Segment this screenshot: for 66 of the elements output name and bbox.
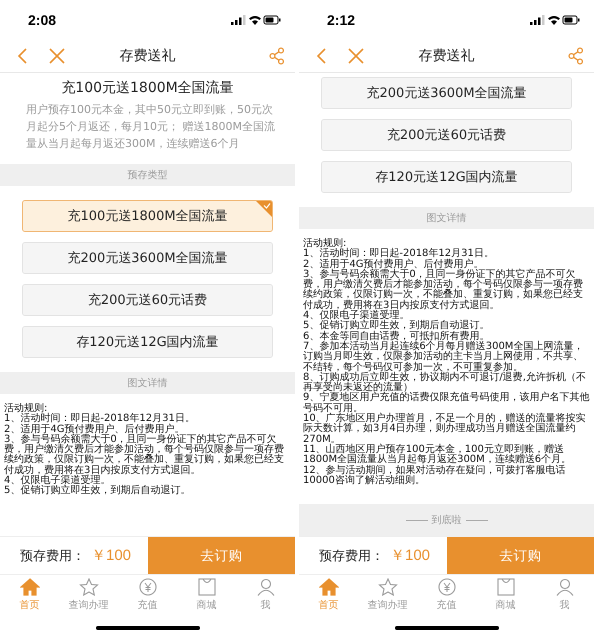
tab-item[interactable]: 充值 xyxy=(118,575,177,615)
rule-text: 9、宁夏地区用户充值的话费仅限充值号码使用，该用户名下其他号码不可用。 xyxy=(303,393,590,414)
product-title: 充100元送1800M全国流量 xyxy=(60,79,235,97)
rule-text: 10、广东地区用户办理首月，不足一个月的，赠送的流量将按实际天数计算，如3月4日办理，则办理成功当月赠送全国流量约270M。 xyxy=(303,414,587,445)
person-icon xyxy=(554,578,574,596)
page-title: 存费送礼 xyxy=(418,47,476,65)
rule-text: 5、促销订购立即生效，到期后自动退订。 xyxy=(4,486,192,497)
close-icon[interactable] xyxy=(48,47,66,65)
status-time: 2:08 xyxy=(28,12,56,28)
bag-icon xyxy=(196,578,216,596)
order-button[interactable]: 去订购 xyxy=(148,537,295,574)
yen-coin-icon xyxy=(138,578,158,596)
rule-text: 6、本金等同自由话费，可抵扣所有费用。 xyxy=(303,332,490,342)
product-description: 用户预存100元本金，其中50元立即到账，50元次月起分5个月返还，每月10元； 赠送1800M全国流量从当月起每月返还300M，连续赠送6个月 xyxy=(26,102,276,152)
close-icon[interactable] xyxy=(347,47,365,65)
page-title: 存费送礼 xyxy=(118,47,176,65)
bag-icon xyxy=(496,578,516,596)
price-value: ￥100 xyxy=(390,546,430,565)
home-icon xyxy=(20,578,40,596)
price-value: ￥100 xyxy=(91,546,132,565)
section-header: 预存类型 xyxy=(0,164,295,186)
status-time: 2:12 xyxy=(327,12,356,28)
share-icon[interactable] xyxy=(269,47,285,65)
tab-item[interactable]: 充值 xyxy=(417,575,476,615)
yen-coin-icon xyxy=(436,578,456,596)
tab-item[interactable]: 商城 xyxy=(177,575,236,615)
rule-text: 活动规则: xyxy=(303,239,346,249)
package-option[interactable]: 存120元送12G国内流量 xyxy=(321,161,572,193)
price-label: 预存费用： xyxy=(20,548,85,564)
rule-text: 2、适用于4G预付费用户、后付费用户。 xyxy=(4,424,184,435)
rule-text: 3、参与号码余额需大于0，且同一身份证下的其它产品不可欠费，用户缴清欠费后才能参加活动，每个号码仅限参与一项存费续约政策，仅限订购一次，不能叠加、重复订购，如果您已经支付成功，费用将在3日内按原支付方式退回。 xyxy=(303,270,584,311)
tab-item[interactable]: 商城 xyxy=(476,575,535,615)
share-icon[interactable] xyxy=(568,47,584,65)
rule-text: 1、活动时间：即日起-2018年12月31日。 xyxy=(4,414,196,424)
rule-text: 活动规则: xyxy=(4,404,48,414)
star-icon xyxy=(78,578,98,596)
package-option[interactable]: 充200元送60元话费 xyxy=(22,284,273,316)
section-header: 图文详情 xyxy=(0,372,295,394)
person-icon xyxy=(256,578,276,596)
package-option[interactable]: 充200元送3600M全国流量 xyxy=(22,242,273,274)
tab-item[interactable]: 我 xyxy=(236,575,295,615)
package-option[interactable]: 存120元送12G国内流量 xyxy=(22,326,273,358)
price-label: 预存费用： xyxy=(319,548,384,564)
home-icon xyxy=(318,578,338,596)
order-button[interactable]: 去订购 xyxy=(447,537,594,574)
package-option[interactable]: 充200元送3600M全国流量 xyxy=(321,77,572,109)
tab-item[interactable]: 首页 xyxy=(299,575,358,615)
rule-text: 11、山西地区用户预存100元本金，100元立即到账，赠送1800M全国流量从当月起每月返还300M，连续赠送6个月。 xyxy=(303,444,572,466)
tab-item[interactable]: 我 xyxy=(535,575,594,615)
package-option[interactable]: 充200元送60元话费 xyxy=(321,119,572,151)
section-header: 图文详情 xyxy=(299,207,594,229)
package-option[interactable]: 充100元送1800M全国流量 xyxy=(22,200,273,232)
star-icon xyxy=(378,578,398,596)
status-icons xyxy=(231,14,281,26)
rule-text: 2、适用于4G预付费用户、后付费用户。 xyxy=(303,260,484,270)
tab-item[interactable]: 首页 xyxy=(0,575,59,615)
rule-text: 3、参与号码余额需大于0，且同一身份证下的其它产品不可欠费，用户缴清欠费后才能参加活动，每个号码仅限参与一项存费续约政策，仅限订购一次，不能叠加、重复订购，如果您已经支付成功，费用将在3日内按原支付方式退回。 xyxy=(4,434,285,476)
rule-text: 1、活动时间：即日起-2018年12月31日。 xyxy=(303,249,495,260)
rule-text: 7、参加本活动当月起连续6个月每月赠送300M全国上网流量，订购当月即生效，仅限参加活动的主卡当月上网使用，不共享、不结转，每个号码仅可参加一次，不可重复参加。 xyxy=(303,342,584,373)
status-icons xyxy=(530,14,580,26)
check-icon xyxy=(256,201,272,217)
end-note: 到底啦 xyxy=(432,514,462,527)
tab-item[interactable]: 查询办理 xyxy=(59,575,118,615)
rule-text: 5、促销订购立即生效，到期后自动退订。 xyxy=(303,321,490,332)
rule-text: 12、参与活动期间，如果对活动存在疑问，可拨打客服电话10000咨询了解活动细则。 xyxy=(303,466,567,486)
tab-item[interactable]: 查询办理 xyxy=(358,575,417,615)
